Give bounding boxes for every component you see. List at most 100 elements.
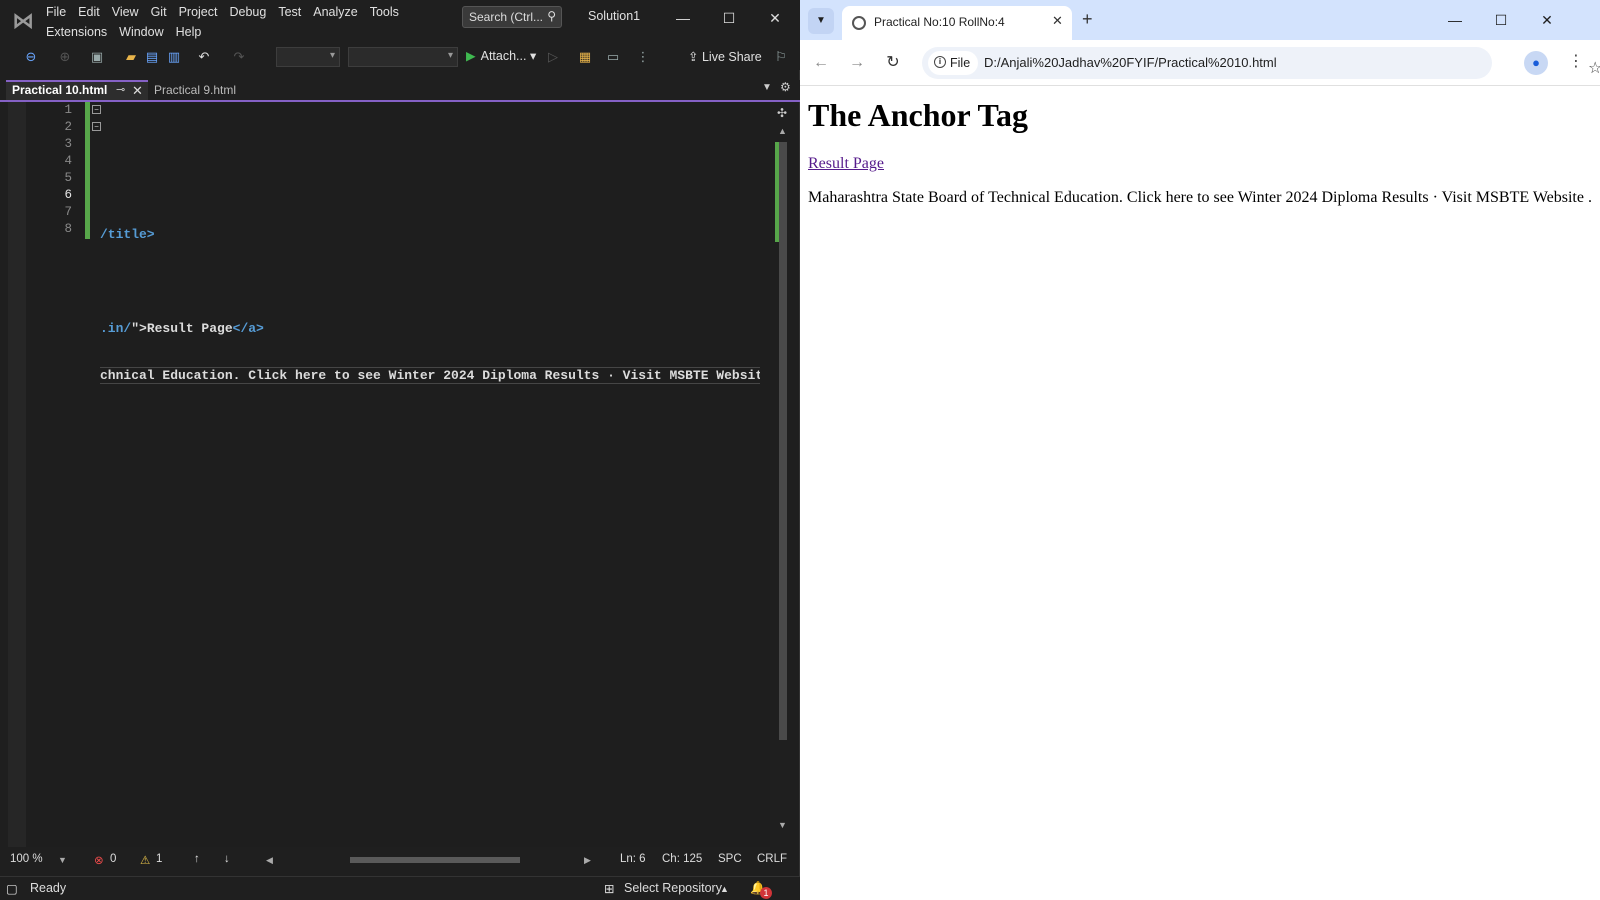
site-info-chip[interactable]: i File bbox=[928, 51, 979, 75]
scrollbar-thumb[interactable] bbox=[779, 142, 787, 740]
more-menu-icon[interactable]: ⋮ bbox=[1568, 51, 1584, 71]
minimize-icon[interactable]: — bbox=[660, 0, 706, 36]
vs-toolbar: ⊖ ⊕ ▣ ▰ ▤ ▥ ↶ ↷ ▶Attach... ▾ ▷ ▦ ▭ ⋮ ⇪ L… bbox=[0, 44, 800, 70]
line-number: 2 bbox=[64, 120, 72, 134]
menu-debug[interactable]: Debug bbox=[223, 3, 272, 21]
visual-studio-logo-icon[interactable]: ⋈ bbox=[10, 8, 36, 34]
error-icon[interactable]: ⊗ bbox=[94, 853, 104, 867]
feedback-icon[interactable]: ⚐ bbox=[772, 48, 790, 66]
code-text-area[interactable]: /title> .in/">Result Page</a> chnical Ed… bbox=[100, 102, 760, 508]
close-tab-icon[interactable]: ✕ bbox=[132, 82, 143, 99]
gear-icon[interactable]: ⚙ bbox=[780, 80, 791, 94]
rendered-web-page: The Anchor Tag Result Page Maharashtra S… bbox=[800, 87, 1600, 900]
bookmark-star-icon[interactable]: ☆ bbox=[1588, 58, 1600, 78]
navigate-forward-icon[interactable]: ⊕ bbox=[56, 48, 74, 66]
menu-view[interactable]: View bbox=[106, 3, 145, 21]
menu-git[interactable]: Git bbox=[145, 3, 173, 21]
split-editor-icon[interactable]: ✣ bbox=[777, 106, 787, 120]
menu-extensions[interactable]: Extensions bbox=[40, 23, 113, 41]
menu-window[interactable]: Window bbox=[113, 23, 169, 41]
zoom-level[interactable]: 100 % bbox=[10, 853, 43, 865]
menu-analyze[interactable]: Analyze bbox=[307, 3, 363, 21]
vs-search-box[interactable]: Search (Ctrl... ⚲ bbox=[462, 6, 562, 28]
menu-file[interactable]: File bbox=[40, 3, 72, 21]
code-line: .in/">Result Page</a> bbox=[100, 320, 760, 337]
horizontal-scrollbar[interactable] bbox=[280, 857, 580, 863]
chrome-toolbar: ← → ↻ i File D:/Anjali%20Jadhav%20FYIF/P… bbox=[800, 40, 1600, 86]
scroll-right-icon[interactable]: ▶ bbox=[584, 855, 591, 866]
zoom-dropdown-icon[interactable]: ▼ bbox=[58, 855, 67, 865]
tab-practical-10[interactable]: Practical 10.html ⊸ ✕ bbox=[6, 80, 148, 100]
new-project-icon[interactable]: ▣ bbox=[88, 48, 106, 66]
line-number-current: 6 bbox=[64, 188, 72, 202]
save-icon[interactable]: ▤ bbox=[143, 48, 161, 66]
page-heading: The Anchor Tag bbox=[808, 97, 1028, 133]
new-tab-plus-icon[interactable]: + bbox=[1082, 9, 1093, 30]
forward-arrow-icon[interactable]: → bbox=[846, 52, 868, 74]
live-share-button[interactable]: ⇪ Live Share bbox=[688, 49, 762, 64]
tab-list-dropdown-icon[interactable]: ▼ bbox=[762, 82, 772, 93]
menu-test[interactable]: Test bbox=[272, 3, 307, 21]
spacing-indicator[interactable]: SPC bbox=[718, 853, 742, 865]
chevron-up-icon[interactable]: ▲ bbox=[720, 884, 729, 894]
minimize-icon[interactable]: — bbox=[1432, 2, 1478, 38]
link-paragraph: Result Page bbox=[808, 155, 1592, 173]
status-ready: Ready bbox=[30, 881, 67, 895]
column-indicator[interactable]: Ch: 125 bbox=[662, 853, 702, 865]
close-icon[interactable]: ✕ bbox=[752, 0, 798, 36]
chrome-tab-practical-10[interactable]: Practical No:10 RollNo:4 ✕ bbox=[842, 6, 1072, 40]
vs-search-placeholder: Search (Ctrl... bbox=[469, 10, 544, 24]
globe-icon bbox=[852, 16, 866, 30]
line-indicator[interactable]: Ln: 6 bbox=[620, 853, 646, 865]
scroll-down-icon[interactable]: ▼ bbox=[778, 820, 787, 830]
start-without-debug-icon[interactable]: ▷ bbox=[544, 48, 562, 66]
browse-icon[interactable]: ▦ bbox=[576, 48, 594, 66]
code-line-current: chnical Education. Click here to see Win… bbox=[100, 367, 760, 384]
text-token: ">Result Page bbox=[131, 321, 233, 336]
menu-tools[interactable]: Tools bbox=[364, 3, 405, 21]
configuration-dropdown[interactable] bbox=[276, 47, 340, 67]
select-repository-button[interactable]: Select Repository bbox=[624, 881, 722, 895]
scroll-up-icon[interactable]: ▲ bbox=[778, 126, 787, 136]
layout-icon[interactable]: ▭ bbox=[604, 48, 622, 66]
editor-vertical-scrollbar[interactable]: ✣ ▲ ▼ bbox=[775, 102, 790, 847]
menu-project[interactable]: Project bbox=[173, 3, 224, 21]
output-window-icon[interactable]: ▢ bbox=[6, 881, 18, 896]
attribute-value-token: .in/ bbox=[100, 321, 132, 336]
menu-edit[interactable]: Edit bbox=[72, 3, 106, 21]
menu-help[interactable]: Help bbox=[170, 23, 208, 41]
warning-icon[interactable]: ⚠ bbox=[140, 853, 150, 867]
horizontal-scrollbar-thumb[interactable] bbox=[350, 857, 520, 863]
tab-search-chevron-down-icon[interactable]: ▼ bbox=[808, 8, 834, 34]
line-ending-indicator[interactable]: CRLF bbox=[757, 853, 787, 865]
maximize-icon[interactable]: ☐ bbox=[706, 0, 752, 36]
pin-icon[interactable]: ⊸ bbox=[116, 82, 125, 99]
result-page-link[interactable]: Result Page bbox=[808, 155, 884, 172]
reload-icon[interactable]: ↻ bbox=[882, 52, 904, 74]
undo-icon[interactable]: ↶ bbox=[195, 48, 213, 66]
close-icon[interactable]: ✕ bbox=[1524, 2, 1570, 38]
profile-avatar-icon[interactable]: ● bbox=[1524, 51, 1548, 75]
open-folder-icon[interactable]: ▰ bbox=[122, 48, 140, 66]
live-share-label: Live Share bbox=[701, 50, 762, 64]
visual-studio-window: ⋈ File Edit View Git Project Debug Test … bbox=[0, 0, 800, 900]
save-all-icon[interactable]: ▥ bbox=[165, 48, 183, 66]
toolbar-overflow-icon[interactable]: ⋮ bbox=[634, 48, 652, 66]
address-bar[interactable]: i File D:/Anjali%20Jadhav%20FYIF/Practic… bbox=[922, 47, 1600, 79]
scroll-left-icon[interactable]: ◀ bbox=[266, 855, 273, 866]
attach-button[interactable]: ▶ Attach... ▾ bbox=[466, 48, 536, 63]
close-tab-icon[interactable]: ✕ bbox=[1052, 13, 1063, 29]
platform-dropdown[interactable] bbox=[348, 47, 458, 67]
code-editor[interactable]: 1 2 3 4 5 6 7 8 − − /title> .in/">Result… bbox=[8, 102, 770, 847]
maximize-icon[interactable]: ☐ bbox=[1478, 2, 1524, 38]
back-arrow-icon[interactable]: ← bbox=[810, 52, 832, 74]
navigate-back-icon[interactable]: ⊖ bbox=[22, 48, 40, 66]
tab-practical-9[interactable]: Practical 9.html bbox=[148, 80, 278, 100]
redo-icon[interactable]: ↷ bbox=[230, 48, 248, 66]
arrow-up-icon[interactable]: ↑ bbox=[194, 853, 200, 865]
code-line: /title> bbox=[100, 226, 760, 243]
url-text[interactable]: D:/Anjali%20Jadhav%20FYIF/Practical%2010… bbox=[984, 55, 1277, 70]
arrow-down-icon[interactable]: ↓ bbox=[224, 853, 230, 865]
